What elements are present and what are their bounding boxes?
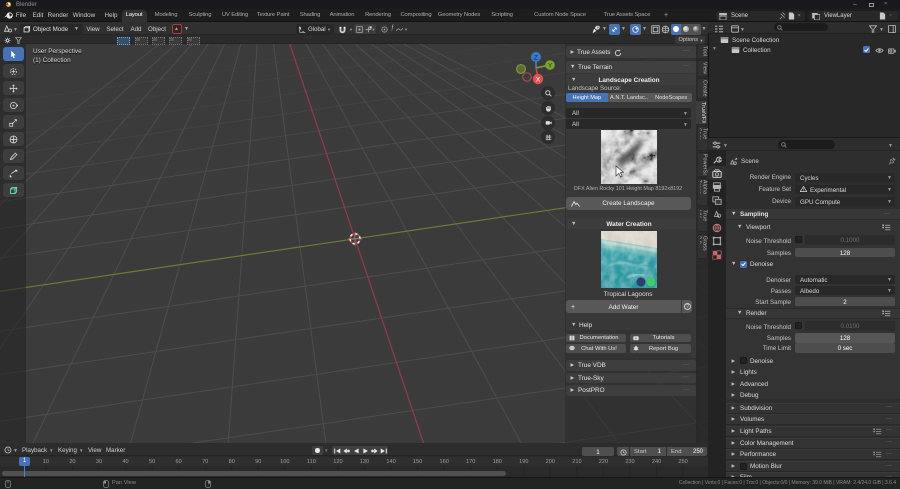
svg-text:Z: Z [534, 54, 538, 61]
svg-text:Y: Y [548, 62, 553, 69]
svg-text:X: X [536, 77, 541, 84]
